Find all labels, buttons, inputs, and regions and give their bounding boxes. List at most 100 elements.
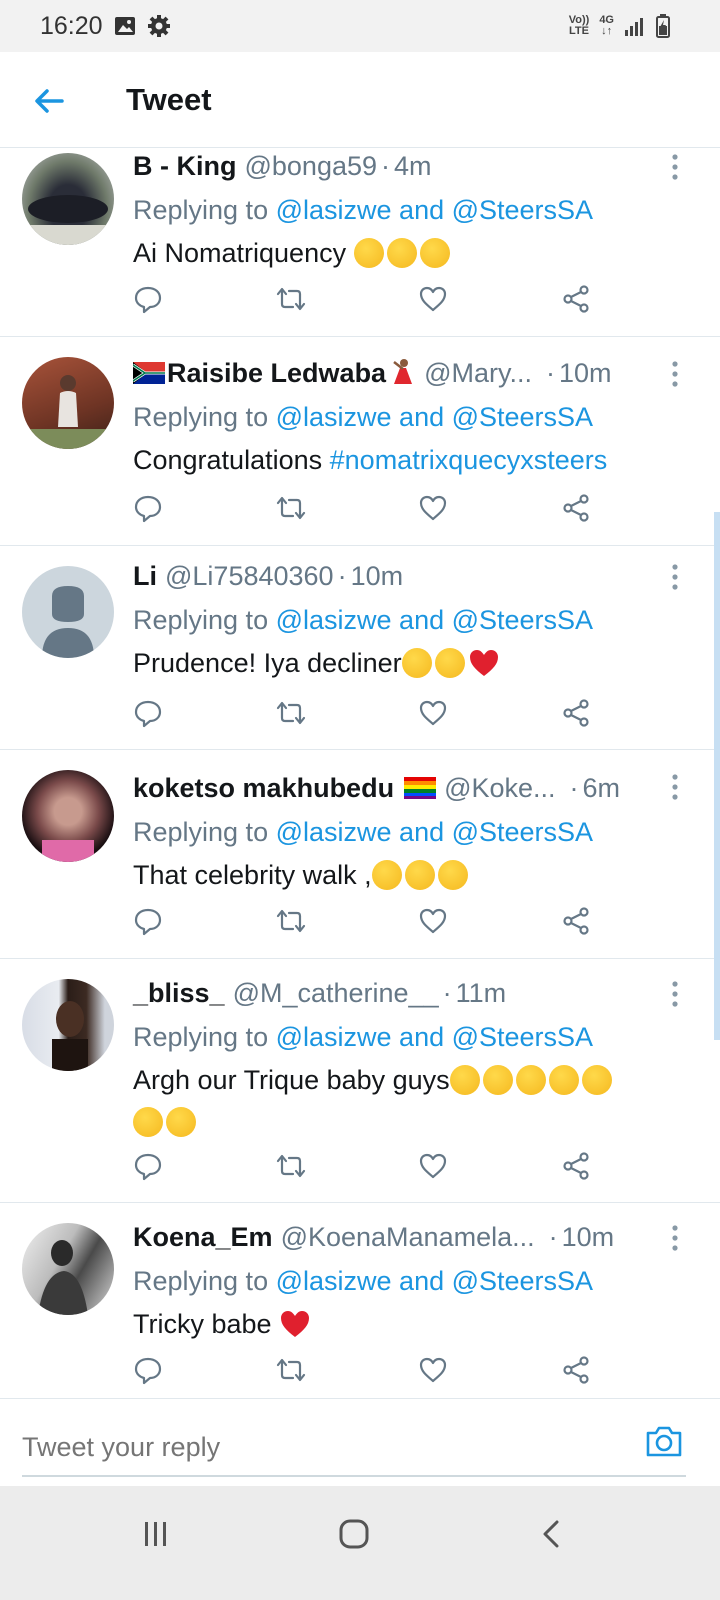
status-time: 16:20 [40,12,103,40]
tweet-time: 10m [350,561,404,591]
tweet-actions [133,906,603,940]
reply-mentions-link[interactable]: @lasizwe and @SteersSA [276,1022,593,1052]
tweet-actions [133,1355,603,1389]
retweet-icon[interactable] [275,1151,307,1181]
rainbow-flag-icon [404,777,437,799]
default-avatar-icon[interactable] [22,566,114,658]
author-name[interactable]: koketso makhubedu [133,770,394,806]
pleading-face-emoji [581,1065,612,1095]
loudly-crying-emoji [449,1065,480,1095]
retweet-icon[interactable] [275,284,307,314]
pleading-face-emoji [166,1107,196,1137]
reply-input[interactable] [22,1419,686,1477]
share-icon[interactable] [561,906,591,936]
share-icon[interactable] [561,284,591,314]
reply-icon[interactable] [133,1355,163,1385]
reply-icon[interactable] [133,906,163,936]
avatar[interactable] [22,153,114,245]
tweet-text: Argh our Trique baby guys [133,1059,680,1143]
reply-icon[interactable] [133,493,163,523]
tweet-item[interactable]: Koena_Em @KoenaManamela... · 10m Replyin… [0,1203,720,1399]
back-icon[interactable] [532,1514,572,1554]
red-heart-emoji [469,650,498,676]
tweet-time: 10m [561,1222,615,1252]
retweet-icon[interactable] [275,493,307,523]
author-name[interactable]: Li [133,558,157,594]
reply-icon[interactable] [133,698,163,728]
more-options-icon[interactable] [670,1225,680,1251]
reply-mentions-link[interactable]: @lasizwe and @SteersSA [276,195,593,225]
share-icon[interactable] [561,698,591,728]
like-heart-icon[interactable] [418,284,448,314]
like-heart-icon[interactable] [418,906,448,936]
more-options-icon[interactable] [670,154,680,180]
gallery-icon [115,17,135,35]
data-indicator: 4G ↓↑ [599,14,614,37]
pleading-face-emoji [515,1065,546,1095]
author-handle[interactable]: @bonga59 [244,148,377,184]
author-handle[interactable]: @KoenaManamela... [281,1219,535,1255]
retweet-icon[interactable] [275,1355,307,1385]
author-handle[interactable]: @M_catherine__ [233,975,439,1011]
replying-to: Replying to @lasizwe and @SteersSA [133,605,594,635]
replying-to: Replying to @lasizwe and @SteersSA [133,402,594,432]
reply-feed[interactable]: B - King @bonga59 · 4m Replying to @lasi… [0,148,720,1427]
tweet-text: Prudence! Iya decliner [133,642,680,684]
grinning-sweat-emoji [353,238,384,268]
reply-icon[interactable] [133,284,163,314]
grinning-sweat-emoji [386,238,417,268]
hashtag-link[interactable]: #nomatrixquecyxsteers [330,445,608,475]
share-icon[interactable] [561,1355,591,1385]
tweet-text: Congratulations #nomatrixquecyxsteers [133,445,608,475]
share-icon[interactable] [561,493,591,523]
more-options-icon[interactable] [670,564,680,590]
reply-mentions-link[interactable]: @lasizwe and @SteersSA [276,402,593,432]
heart-eyes-emoji [404,860,435,890]
more-options-icon[interactable] [670,774,680,800]
reply-mentions-link[interactable]: @lasizwe and @SteersSA [276,1266,593,1296]
replying-to: Replying to @lasizwe and @SteersSA [133,1266,594,1296]
avatar[interactable] [22,1223,114,1315]
more-options-icon[interactable] [670,981,680,1007]
like-heart-icon[interactable] [418,493,448,523]
avatar[interactable] [22,770,114,862]
tweet-item[interactable]: Raisibe Ledwaba @Mary... · 10m Replying … [0,337,720,546]
like-heart-icon[interactable] [418,698,448,728]
camera-icon[interactable] [644,1423,684,1459]
author-name[interactable]: _bliss_ [133,975,225,1011]
author-name[interactable]: B - King [133,148,236,184]
back-arrow-icon[interactable] [32,84,66,118]
like-heart-icon[interactable] [418,1151,448,1181]
replying-to: Replying to @lasizwe and @SteersSA [133,195,594,225]
tweet-item[interactable]: _bliss_ @M_catherine__ · 11m Replying to… [0,959,720,1203]
recent-apps-icon[interactable] [136,1514,176,1554]
tweet-actions [133,698,603,732]
reply-mentions-link[interactable]: @lasizwe and @SteersSA [276,605,593,635]
more-options-icon[interactable] [670,361,680,387]
author-name[interactable]: Raisibe Ledwaba [167,355,386,391]
scrollbar[interactable] [714,512,720,1040]
status-bar: 16:20 Vo)) LTE 4G ↓↑ [0,0,720,52]
reply-icon[interactable] [133,1151,163,1181]
avatar[interactable] [22,357,114,449]
tweet-time: 4m [394,151,432,181]
author-handle[interactable]: @Mary... [424,355,532,391]
tears-of-joy-emoji [401,648,432,678]
avatar[interactable] [22,979,114,1071]
tweet-item[interactable]: koketso makhubedu @Koke... · 6m Replying… [0,750,720,959]
tweet-item[interactable]: B - King @bonga59 · 4m Replying to @lasi… [0,148,720,337]
author-name[interactable]: Koena_Em [133,1219,273,1255]
author-handle[interactable]: @Koke... [444,770,555,806]
dancer-emoji [393,359,413,384]
share-icon[interactable] [561,1151,591,1181]
retweet-icon[interactable] [275,698,307,728]
pleading-face-emoji [133,1107,163,1137]
retweet-icon[interactable] [275,906,307,936]
reply-mentions-link[interactable]: @lasizwe and @SteersSA [276,817,593,847]
reply-composer [0,1398,720,1487]
author-handle[interactable]: @Li75840360 [165,558,334,594]
like-heart-icon[interactable] [418,1355,448,1385]
tweet-item[interactable]: Li @Li75840360 · 10m Replying to @lasizw… [0,546,720,750]
home-icon[interactable] [334,1514,374,1554]
tweet-text: That celebrity walk , [133,854,680,896]
